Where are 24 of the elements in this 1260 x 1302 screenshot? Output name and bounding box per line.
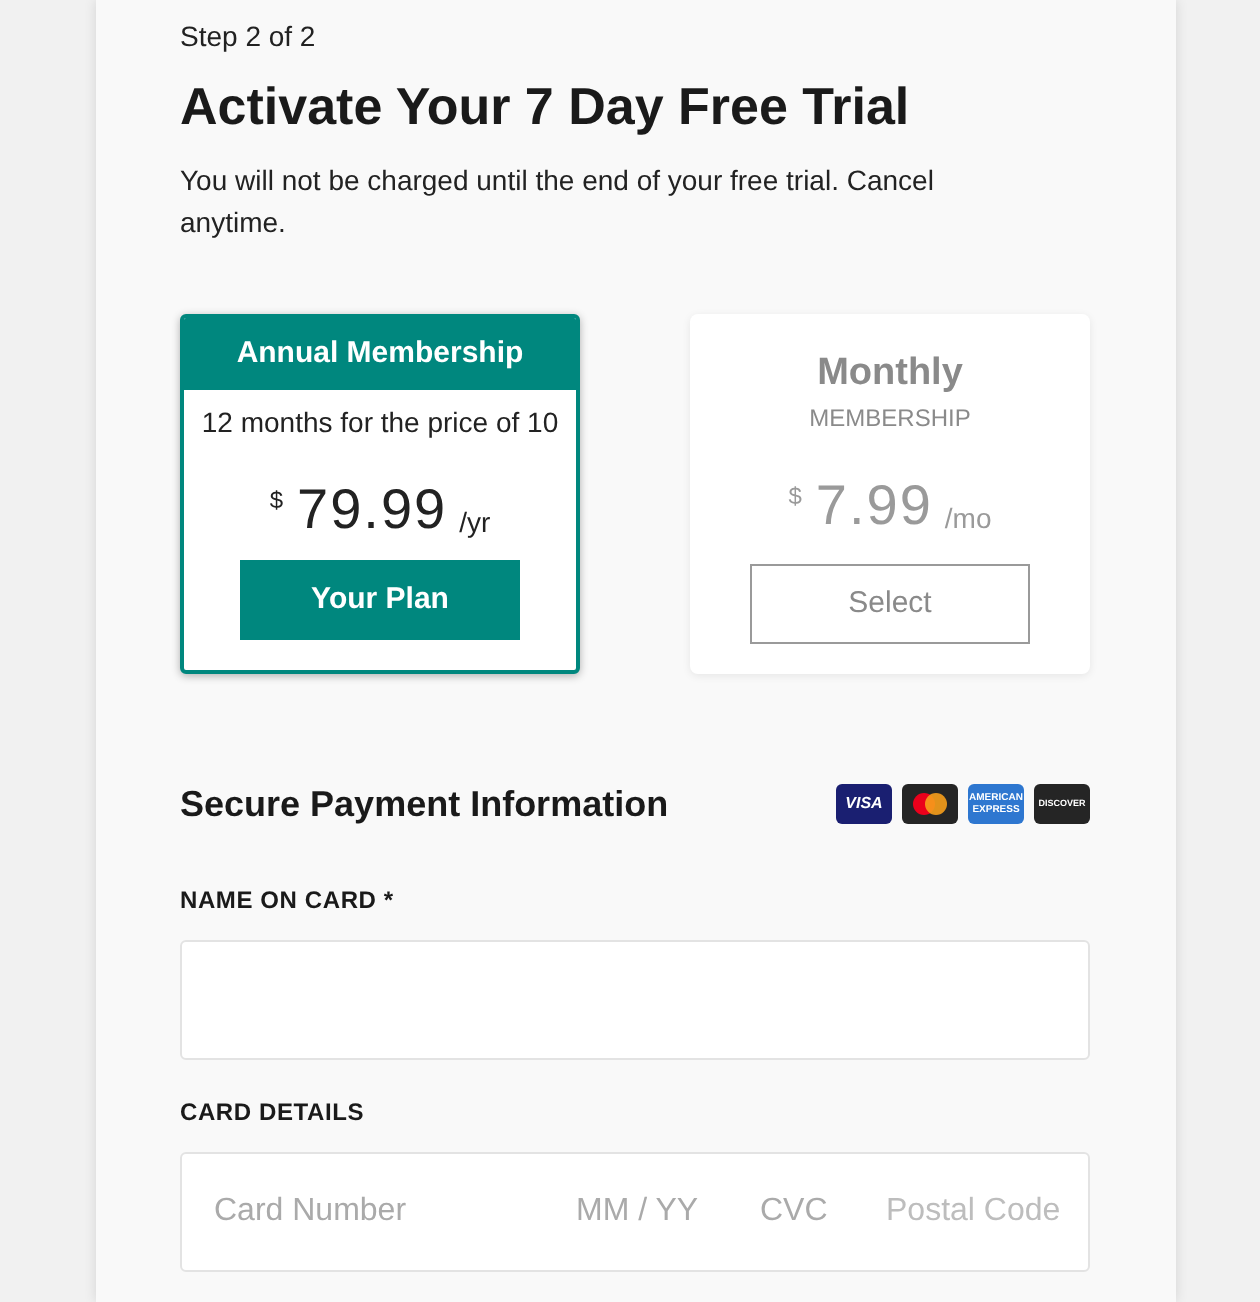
card-number-input[interactable]: Card Number xyxy=(214,1188,576,1236)
cvc-input[interactable]: CVC xyxy=(760,1188,886,1236)
page-title: Activate Your 7 Day Free Trial xyxy=(180,74,912,138)
select-button[interactable]: Select xyxy=(750,564,1030,644)
plan-price: $ 79.99 /yr xyxy=(269,476,491,544)
plan-card[interactable]: Annual Membership 12 months for the price of 10 $ 79.99 /yr Your Plan xyxy=(180,314,580,674)
field-label: NAME ON CARD * xyxy=(180,884,396,916)
plan-price: $ 7.99 /mo xyxy=(788,472,992,540)
card-details-field[interactable]: Card Number MM / YY CVC Postal Code xyxy=(180,1152,1090,1272)
payment-section-title: Secure Payment Information xyxy=(180,782,669,828)
postal-code-input[interactable]: Postal Code xyxy=(886,1188,1060,1236)
two-circles-card-icon xyxy=(902,784,958,824)
expiry-date-input[interactable]: MM / YY xyxy=(576,1188,760,1236)
field-label: CARD DETAILS xyxy=(180,1096,367,1128)
plan-description: 12 months for the price of 10 xyxy=(201,404,559,442)
visa-logo: VISA xyxy=(836,784,892,824)
plan-header: Annual Membership xyxy=(184,318,576,390)
plan-subtitle: MEMBERSHIP xyxy=(809,402,971,434)
name-on-card-input[interactable] xyxy=(180,940,1090,1060)
trial-description: You will not be charged until the end of your free trial. Cancel anytime. xyxy=(180,162,936,242)
plan-title: Monthly xyxy=(817,350,963,398)
plan-card[interactable]: Monthly MEMBERSHIP $ 7.99 /mo Select xyxy=(690,314,1090,674)
your-plan-button[interactable]: Your Plan xyxy=(240,560,520,640)
step-indicator: Step 2 of 2 xyxy=(180,18,318,56)
